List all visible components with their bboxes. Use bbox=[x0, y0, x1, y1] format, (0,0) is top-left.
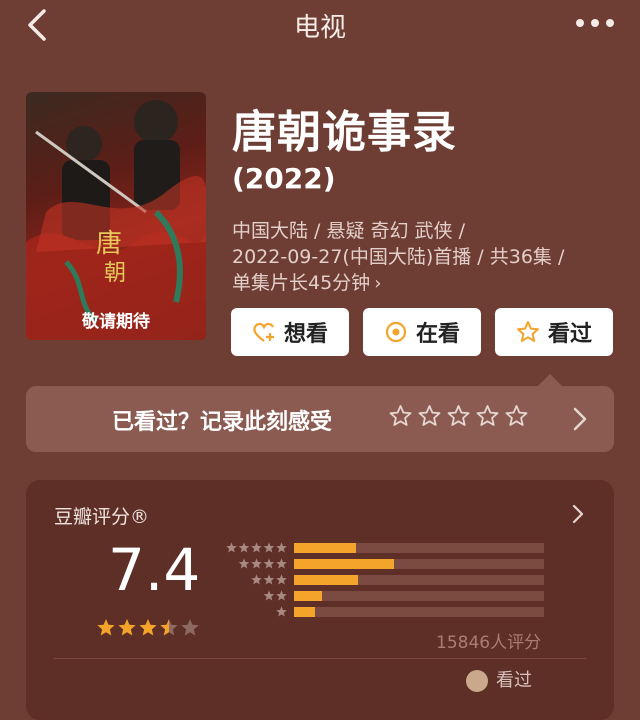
divider bbox=[54, 658, 586, 659]
small-star-icon bbox=[251, 574, 262, 585]
page-title: 电视 bbox=[293, 13, 346, 43]
target-icon bbox=[385, 321, 407, 343]
want-to-watch-label: 想看 bbox=[283, 322, 328, 347]
distribution-stars-icon bbox=[238, 558, 287, 569]
small-star-icon bbox=[276, 574, 287, 585]
small-star-icon bbox=[263, 558, 275, 569]
rating-star-icon bbox=[160, 619, 178, 636]
watching-label: 在看 bbox=[415, 322, 460, 347]
rate-star-4-icon[interactable] bbox=[475, 404, 500, 428]
rating-star-icon bbox=[118, 619, 136, 636]
avatar bbox=[466, 670, 488, 692]
rating-count: 15846人评分 bbox=[436, 633, 542, 653]
small-star-icon bbox=[276, 590, 287, 601]
distribution-bar-fill bbox=[294, 607, 316, 617]
chevron-right-icon bbox=[573, 407, 587, 431]
small-star-icon bbox=[251, 542, 262, 553]
poster-image[interactable]: 唐 朝 敬请期待 bbox=[26, 92, 206, 340]
small-star-icon bbox=[238, 558, 250, 569]
small-star-icon bbox=[276, 542, 287, 553]
distribution-stars-icon bbox=[251, 574, 287, 585]
distribution-bar-fill bbox=[294, 543, 356, 553]
watching-button[interactable]: 在看 bbox=[363, 308, 481, 356]
small-star-icon bbox=[276, 558, 287, 569]
distribution-bar-track bbox=[294, 607, 544, 617]
meta-genre: 中国大陆 / 悬疑 奇幻 武侠 / bbox=[232, 220, 466, 242]
bubble-pointer bbox=[538, 374, 562, 386]
record-prompt: 已看过？记录此刻感受 bbox=[112, 410, 333, 435]
meta-duration-text: 单集片长45分钟 bbox=[232, 272, 371, 294]
small-star-icon bbox=[276, 606, 287, 617]
svg-text:朝: 朝 bbox=[104, 261, 126, 286]
distribution-stars-icon bbox=[226, 542, 287, 553]
poster-badge: 敬请期待 bbox=[82, 312, 150, 332]
small-star-icon bbox=[263, 590, 275, 601]
rate-star-3-icon[interactable] bbox=[446, 404, 471, 428]
watched-label: 看过 bbox=[547, 322, 592, 347]
distribution-bar-track bbox=[294, 559, 544, 569]
rating-score: 7.4 bbox=[108, 536, 201, 604]
top-bar: 电视 bbox=[0, 0, 640, 52]
watched-button[interactable]: 看过 bbox=[495, 308, 613, 356]
star-outline-icon bbox=[516, 321, 539, 342]
show-title: 唐朝诡事录 bbox=[232, 107, 457, 158]
chevron-right-icon: › bbox=[374, 273, 382, 294]
rate-star-5-icon[interactable] bbox=[504, 404, 529, 428]
record-feeling-bar[interactable]: 已看过？记录此刻感受 bbox=[26, 386, 614, 452]
want-to-watch-button[interactable]: 想看 bbox=[231, 308, 349, 356]
watched-by-label: 看过 bbox=[496, 670, 532, 691]
rate-stars[interactable] bbox=[388, 404, 529, 428]
rating-stars bbox=[97, 619, 199, 636]
small-star-icon bbox=[251, 558, 262, 569]
distribution-stars-icon bbox=[263, 590, 287, 601]
distribution-stars-icon bbox=[276, 606, 287, 617]
rating-star-icon bbox=[139, 619, 157, 636]
chevron-right-icon[interactable] bbox=[572, 504, 584, 524]
small-star-icon bbox=[226, 542, 237, 553]
more-options-icon[interactable] bbox=[574, 12, 616, 34]
distribution-bar-fill bbox=[294, 575, 358, 585]
rating-star-icon bbox=[97, 619, 115, 636]
svg-text:唐: 唐 bbox=[96, 229, 122, 259]
meta-duration[interactable]: 单集片长45分钟 › bbox=[232, 268, 381, 295]
rating-card: 豆瓣评分® 7.4 15846人评分 看过 bbox=[26, 480, 614, 720]
small-star-icon bbox=[263, 542, 275, 553]
distribution-bar-track bbox=[294, 543, 544, 553]
rating-star-icon bbox=[181, 619, 199, 636]
rating-label: 豆瓣评分® bbox=[54, 506, 150, 528]
poster-art: 唐 朝 bbox=[26, 100, 206, 340]
watched-by-row: 看过 bbox=[466, 666, 532, 692]
small-star-icon bbox=[238, 542, 250, 553]
rate-star-2-icon[interactable] bbox=[417, 404, 442, 428]
distribution-bar-fill bbox=[294, 591, 322, 601]
heart-plus-icon bbox=[253, 322, 274, 342]
distribution-bar-track bbox=[294, 591, 544, 601]
rate-star-1-icon[interactable] bbox=[388, 404, 413, 428]
distribution-bar-track bbox=[294, 575, 544, 585]
show-year: (2022) bbox=[232, 162, 336, 195]
distribution-bar-fill bbox=[294, 559, 394, 569]
small-star-icon bbox=[263, 574, 275, 585]
meta-premiere: 2022-09-27(中国大陆)首播 / 共36集 / bbox=[232, 246, 565, 268]
